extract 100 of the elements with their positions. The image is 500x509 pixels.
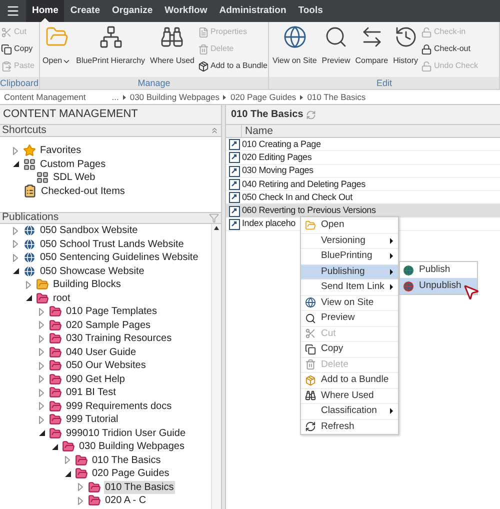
menu-item[interactable]: Versioning xyxy=(301,232,398,248)
expanded-icon[interactable] xyxy=(38,430,44,436)
tree-item[interactable]: 050 School Trust Lands Website xyxy=(39,238,185,251)
ribbon-button[interactable]: BluePrint Hierarchy xyxy=(74,25,148,75)
refresh-icon[interactable] xyxy=(306,110,316,120)
menu-tab[interactable]: Administration xyxy=(213,0,292,22)
column-header[interactable]: Name xyxy=(242,125,276,137)
collapsed-icon[interactable] xyxy=(13,226,18,235)
tree-item[interactable]: 050 Sandbox Website xyxy=(39,224,139,238)
menu-item[interactable]: Send Item Link xyxy=(301,279,398,294)
list-row[interactable]: 030 Moving Pages xyxy=(226,164,500,178)
collapsed-icon[interactable] xyxy=(78,483,83,492)
menu-item[interactable]: Preview xyxy=(301,310,398,326)
tree-item[interactable]: Favorites xyxy=(39,144,82,158)
section-title: Publications xyxy=(2,210,59,226)
tree-item[interactable]: 090 Get Help xyxy=(65,372,126,386)
tree-item[interactable]: 040 User Guide xyxy=(65,346,138,359)
ribbon-button[interactable]: Check-out xyxy=(421,42,478,56)
collapsed-icon[interactable] xyxy=(13,240,18,248)
tree-item[interactable]: 020 Page Guides xyxy=(91,467,170,480)
menu-item[interactable]: Publish xyxy=(400,262,477,278)
menu-item[interactable]: Classification xyxy=(301,403,398,418)
list-row[interactable]: 020 Editing Pages xyxy=(226,151,500,165)
scissors-icon xyxy=(304,328,316,340)
menu-item[interactable]: Unpublish xyxy=(400,278,477,294)
expanded-icon[interactable] xyxy=(64,470,70,477)
folder-icon xyxy=(75,467,88,480)
tree-item[interactable]: 999 Tutorial xyxy=(65,413,120,426)
tree-item[interactable]: Custom Pages xyxy=(39,158,107,171)
expanded-icon[interactable] xyxy=(12,268,18,274)
collapsed-icon[interactable] xyxy=(39,416,44,424)
ribbon-button[interactable]: Where Used xyxy=(148,25,196,75)
collapsed-icon[interactable] xyxy=(65,456,70,464)
ribbon-button[interactable]: Open xyxy=(40,25,74,75)
folder-icon xyxy=(75,454,88,467)
ribbon-button[interactable]: View on Site xyxy=(270,25,319,75)
tree-item[interactable]: 050 Our Websites xyxy=(65,359,147,372)
expanded-icon[interactable] xyxy=(52,444,58,450)
breadcrumb-link[interactable]: 010 The Basics xyxy=(307,90,366,104)
expanded-icon[interactable] xyxy=(12,161,18,168)
menu-item[interactable]: Open xyxy=(301,217,398,232)
tree-item[interactable]: 050 Sentencing Guidelines Website xyxy=(39,251,200,264)
collapse-icon[interactable] xyxy=(210,126,219,135)
menu-tab[interactable]: Home xyxy=(26,0,64,22)
collapsed-icon[interactable] xyxy=(13,254,18,262)
breadcrumb-link[interactable]: 020 Page Guides xyxy=(230,90,296,104)
tree-item[interactable]: 999010 Tridion User Guide xyxy=(65,426,187,440)
collapsed-icon[interactable] xyxy=(26,280,31,289)
tree-item[interactable]: 010 Page Templates xyxy=(65,305,158,318)
ribbon-button[interactable]: Add to a Bundle xyxy=(198,59,268,73)
menu-tab[interactable]: Organize xyxy=(106,0,159,22)
ribbon-button[interactable]: Copy xyxy=(1,42,34,56)
grid-icon xyxy=(23,158,36,171)
tree-item[interactable]: root xyxy=(52,292,72,305)
menu-tab[interactable]: Workflow xyxy=(158,0,214,22)
menu-item[interactable]: Add to a Bundle xyxy=(301,372,398,388)
folder-icon xyxy=(49,332,62,346)
list-row[interactable]: 040 Retiring and Deleting Pages xyxy=(226,178,500,192)
collapsed-icon[interactable] xyxy=(13,146,18,155)
globe-icon xyxy=(23,264,36,278)
tree-item[interactable]: 010 The Basics xyxy=(91,454,162,467)
breadcrumb-link[interactable]: ... xyxy=(112,90,119,104)
collapsed-icon[interactable] xyxy=(39,348,44,356)
menu-item[interactable]: Refresh xyxy=(301,418,398,434)
breadcrumb-link[interactable]: Content Management xyxy=(4,90,86,104)
tree-item[interactable]: Checked-out Items xyxy=(40,184,126,198)
menu-item[interactable]: View on Site xyxy=(301,294,398,310)
ribbon-button[interactable]: Preview xyxy=(320,25,352,75)
tree-item[interactable]: 030 Training Resources xyxy=(65,332,173,346)
menu-item[interactable]: Publishing xyxy=(301,264,398,279)
menu-item[interactable]: Where Used xyxy=(301,388,398,403)
collapsed-icon[interactable] xyxy=(78,496,83,505)
scroll-up-icon[interactable] xyxy=(214,226,219,230)
menu-tab[interactable]: Tools xyxy=(292,0,329,22)
menu-tab[interactable]: Create xyxy=(64,0,106,22)
collapsed-icon[interactable] xyxy=(39,402,44,410)
ribbon-button[interactable]: Compare xyxy=(353,25,390,75)
menu-icon[interactable] xyxy=(6,4,20,18)
tree-item[interactable]: 030 Building Webpages xyxy=(78,440,186,454)
collapsed-icon[interactable] xyxy=(39,321,44,330)
tree-item[interactable]: SDL Web xyxy=(52,171,96,184)
tree-item[interactable]: 020 Sample Pages xyxy=(65,318,152,332)
menu-item[interactable]: Copy xyxy=(301,341,398,356)
tree-item[interactable]: 999 Requirements docs xyxy=(65,400,173,413)
collapsed-icon[interactable] xyxy=(39,362,44,370)
list-row[interactable]: 060 Reverting to Previous Versions xyxy=(226,204,500,218)
tree-item[interactable]: 020 A - C xyxy=(104,494,148,508)
collapsed-icon[interactable] xyxy=(39,308,44,316)
breadcrumb-link[interactable]: 030 Building Webpages xyxy=(130,90,220,104)
tree-item[interactable]: 010 The Basics xyxy=(104,480,175,494)
collapsed-icon[interactable] xyxy=(39,334,44,343)
scrollbar[interactable] xyxy=(211,224,221,509)
ribbon-button[interactable]: History xyxy=(391,25,420,75)
expanded-icon[interactable] xyxy=(26,295,32,302)
tree-item[interactable]: Building Blocks xyxy=(52,278,122,292)
list-row[interactable]: 010 Creating a Page xyxy=(226,138,500,152)
collapsed-icon[interactable] xyxy=(39,375,44,384)
collapsed-icon[interactable] xyxy=(39,388,44,397)
tree-item[interactable]: 091 BI Test xyxy=(65,386,117,400)
tree-item[interactable]: 050 Showcase Website xyxy=(39,264,146,278)
